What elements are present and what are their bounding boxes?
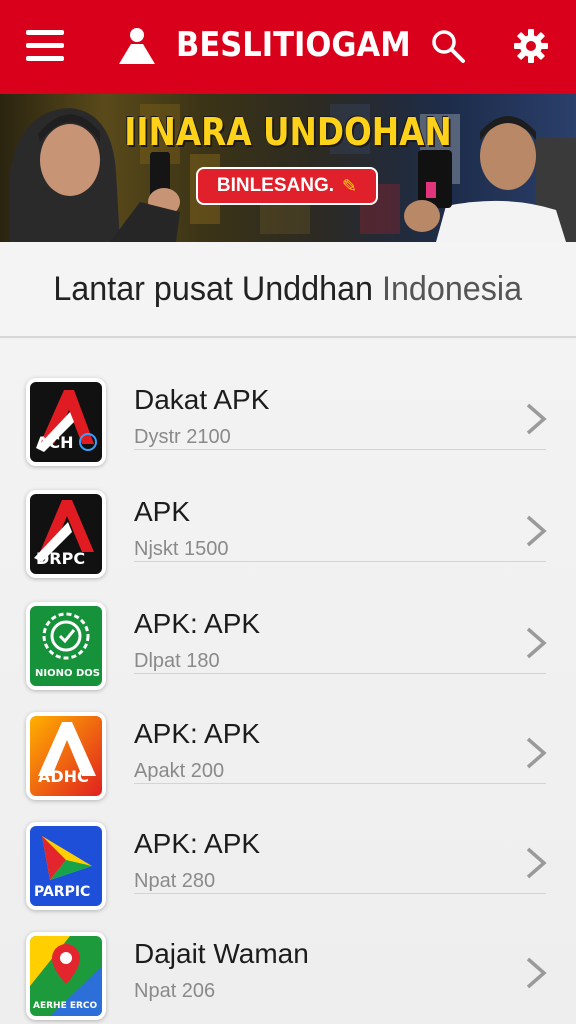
banner-cta-label: BINLESANG. bbox=[216, 175, 335, 196]
list-item[interactable]: DRPC APK Njskt 1500 bbox=[0, 452, 576, 578]
banner-headline: IINARA UNDOHAN bbox=[124, 110, 452, 154]
app-meta: Npat 280 bbox=[134, 870, 216, 892]
divider bbox=[134, 449, 546, 450]
app-name: APK: APK bbox=[134, 608, 261, 639]
list-item[interactable]: ACH Dakat APK Dystr 2100 bbox=[0, 340, 576, 466]
promo-banner[interactable]: IINARA UNDOHAN BINLESANG. ✎ bbox=[0, 94, 576, 242]
divider bbox=[134, 561, 546, 562]
chevron-right-icon[interactable] bbox=[524, 956, 548, 990]
map-pin-logo-icon: AERHE ERCO bbox=[30, 936, 102, 1016]
chevron-right-icon[interactable] bbox=[524, 514, 548, 548]
chevron-right-icon[interactable] bbox=[524, 402, 548, 436]
menu-icon[interactable] bbox=[26, 28, 64, 62]
person-icon bbox=[119, 28, 155, 64]
app-meta: Njskt 1500 bbox=[134, 538, 229, 560]
red-black-a-logo-icon: DRPC bbox=[30, 494, 102, 574]
list-item[interactable]: ADHC APK: APK Apakt 200 bbox=[0, 674, 576, 800]
list-item[interactable]: NIONO DOS APK: APK Dlpat 180 bbox=[0, 564, 576, 690]
red-black-a-logo-icon: ACH bbox=[30, 382, 102, 462]
chevron-right-icon[interactable] bbox=[524, 846, 548, 880]
app-name: APK: APK bbox=[134, 828, 261, 859]
pencil-icon: ✎ bbox=[342, 175, 358, 196]
app-meta: Dystr 2100 bbox=[134, 426, 231, 448]
app-meta: Dlpat 180 bbox=[134, 650, 220, 672]
search-icon[interactable] bbox=[430, 28, 466, 64]
top-app-bar: BESLITIOGAM bbox=[0, 0, 576, 94]
app-meta: Apakt 200 bbox=[134, 760, 225, 782]
app-name: Dakat APK bbox=[134, 384, 270, 415]
list-item[interactable]: PARPIC APK: APK Npat 280 bbox=[0, 784, 576, 910]
app-name: Dajait Waman bbox=[134, 938, 309, 969]
banner-cta-button[interactable]: BINLESANG. ✎ bbox=[196, 167, 378, 205]
settings-icon[interactable] bbox=[513, 28, 549, 64]
section-header: Lantar pusat Unddhan Indonesia bbox=[0, 242, 576, 338]
list-item[interactable]: AERHE ERCO Dajait Waman Npat 206 bbox=[0, 894, 576, 1020]
brand[interactable]: BESLITIOGAM bbox=[116, 24, 437, 66]
chevron-right-icon[interactable] bbox=[524, 736, 548, 770]
chevron-right-icon[interactable] bbox=[524, 626, 548, 660]
app-list: ACH Dakat APK Dystr 2100 DRPC APK Njskt … bbox=[0, 340, 576, 1024]
app-name: APK bbox=[134, 496, 191, 527]
app-meta: Npat 206 bbox=[134, 980, 216, 1002]
app-icon: AERHE ERCO bbox=[26, 932, 106, 1020]
app-title: BESLITIOGAM bbox=[176, 25, 411, 65]
svg-text:ACH: ACH bbox=[36, 433, 74, 452]
page-title: Lantar pusat Unddhan Indonesia bbox=[53, 269, 523, 308]
svg-text:AERHE ERCO: AERHE ERCO bbox=[33, 1001, 98, 1011]
app-name: APK: APK bbox=[134, 718, 261, 749]
